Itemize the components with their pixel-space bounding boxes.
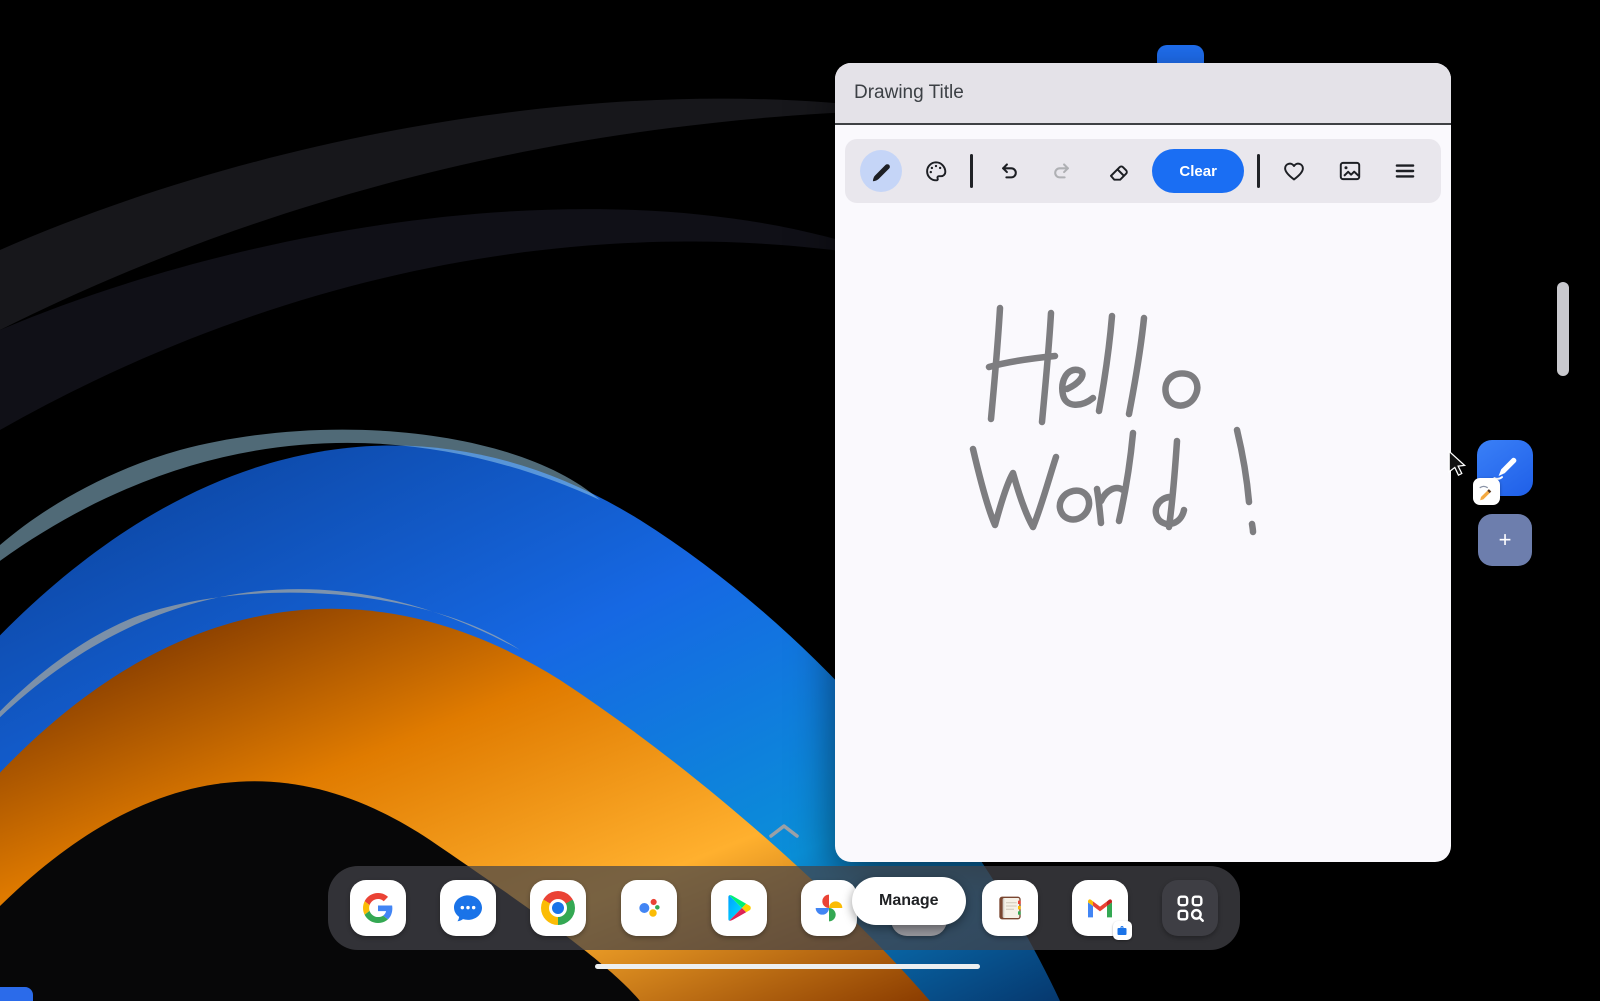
gmail-icon: [1084, 892, 1116, 924]
scrollbar-thumb[interactable]: [1557, 282, 1569, 376]
assistant-icon: [633, 892, 665, 924]
clear-button[interactable]: Clear: [1152, 149, 1244, 193]
mouse-cursor: [1447, 450, 1471, 478]
app-chrome[interactable]: [530, 880, 586, 936]
app-google[interactable]: [350, 880, 406, 936]
taskbar: Manage: [328, 866, 1240, 950]
palette-icon: [923, 158, 949, 184]
app-play-store[interactable]: [711, 880, 767, 936]
heart-icon: [1281, 158, 1307, 184]
dock-chevron-up-icon[interactable]: [764, 819, 804, 844]
chrome-icon: [541, 891, 575, 925]
handwriting-strokes: [835, 127, 1451, 862]
add-note-button[interactable]: +: [1478, 514, 1532, 566]
undo-button[interactable]: [987, 150, 1029, 192]
app-search-icon: [1173, 891, 1207, 925]
palette-button[interactable]: [915, 150, 957, 192]
favorite-button[interactable]: [1273, 150, 1315, 192]
redo-icon: [1050, 158, 1076, 184]
dictionary-icon: [994, 892, 1026, 924]
eraser-button[interactable]: [1097, 150, 1139, 192]
play-store-icon: [724, 893, 754, 923]
draw-bubble-button[interactable]: [1477, 440, 1533, 496]
gesture-navigation-bar[interactable]: [595, 964, 980, 969]
messages-icon: [452, 892, 484, 924]
desktop: Drawing Title: [0, 0, 1600, 1001]
app-gmail[interactable]: [1072, 880, 1128, 936]
window-titlebar[interactable]: Drawing Title: [835, 63, 1451, 125]
photos-icon: [813, 892, 845, 924]
undo-icon: [995, 158, 1021, 184]
image-icon: [1337, 158, 1363, 184]
brush-icon: [868, 158, 894, 184]
menu-button[interactable]: [1384, 150, 1426, 192]
toolbar-divider: [1257, 154, 1260, 188]
eraser-icon: [1105, 158, 1131, 184]
manage-button[interactable]: Manage: [852, 877, 966, 925]
brush-tool-button[interactable]: [860, 150, 902, 192]
hamburger-icon: [1392, 158, 1418, 184]
corner-window-edge: [0, 987, 33, 1001]
app-photos[interactable]: [801, 880, 857, 936]
google-icon: [363, 893, 393, 923]
app-assistant[interactable]: [621, 880, 677, 936]
app-search[interactable]: [1162, 880, 1218, 936]
work-profile-badge: [1113, 921, 1132, 940]
redo-button[interactable]: [1042, 150, 1084, 192]
drawing-app-window: Drawing Title: [835, 63, 1451, 862]
toolbar-divider: [970, 154, 973, 188]
insert-image-button[interactable]: [1329, 150, 1371, 192]
drawing-canvas[interactable]: Clear: [835, 127, 1451, 862]
app-messages[interactable]: [440, 880, 496, 936]
window-title: Drawing Title: [854, 82, 964, 104]
app-dictionary[interactable]: [982, 880, 1038, 936]
drawing-app-mini-icon: [1473, 478, 1500, 505]
drawing-toolbar: Clear: [845, 139, 1441, 203]
plus-icon: +: [1499, 529, 1512, 551]
